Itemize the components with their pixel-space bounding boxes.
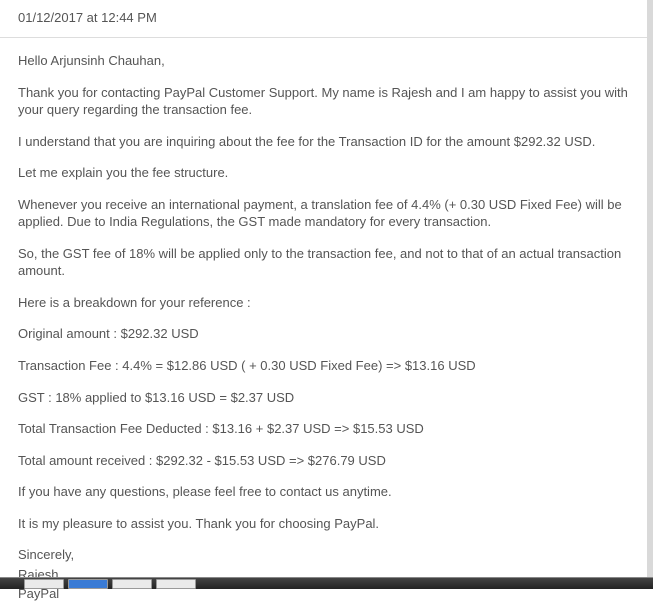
greeting-line: Hello Arjunsinh Chauhan, bbox=[18, 52, 629, 70]
taskbar-button[interactable] bbox=[112, 579, 152, 589]
explain-line: Let me explain you the fee structure. bbox=[18, 164, 629, 182]
taskbar-button[interactable] bbox=[68, 579, 108, 589]
transaction-fee-line: Transaction Fee : 4.4% = $12.86 USD ( + … bbox=[18, 357, 629, 375]
email-container: 01/12/2017 at 12:44 PM Hello Arjunsinh C… bbox=[0, 0, 653, 589]
pleasure-line: It is my pleasure to assist you. Thank y… bbox=[18, 515, 629, 533]
taskbar-button[interactable] bbox=[24, 579, 64, 589]
intl-fee-paragraph: Whenever you receive an international pa… bbox=[18, 196, 629, 231]
email-body: Hello Arjunsinh Chauhan, Thank you for c… bbox=[0, 52, 647, 603]
gst-line: GST : 18% applied to $13.16 USD = $2.37 … bbox=[18, 389, 629, 407]
gst-note-paragraph: So, the GST fee of 18% will be applied o… bbox=[18, 245, 629, 280]
os-taskbar[interactable] bbox=[0, 577, 653, 589]
total-deducted-line: Total Transaction Fee Deducted : $13.16 … bbox=[18, 420, 629, 438]
questions-line: If you have any questions, please feel f… bbox=[18, 483, 629, 501]
header-divider bbox=[0, 37, 647, 38]
signoff-sincerely: Sincerely, bbox=[18, 546, 629, 564]
taskbar-button[interactable] bbox=[156, 579, 196, 589]
breakdown-heading: Here is a breakdown for your reference : bbox=[18, 294, 629, 312]
total-received-line: Total amount received : $292.32 - $15.53… bbox=[18, 452, 629, 470]
email-timestamp: 01/12/2017 at 12:44 PM bbox=[0, 0, 647, 37]
original-amount-line: Original amount : $292.32 USD bbox=[18, 325, 629, 343]
inquiry-paragraph: I understand that you are inquiring abou… bbox=[18, 133, 629, 151]
intro-paragraph: Thank you for contacting PayPal Customer… bbox=[18, 84, 629, 119]
